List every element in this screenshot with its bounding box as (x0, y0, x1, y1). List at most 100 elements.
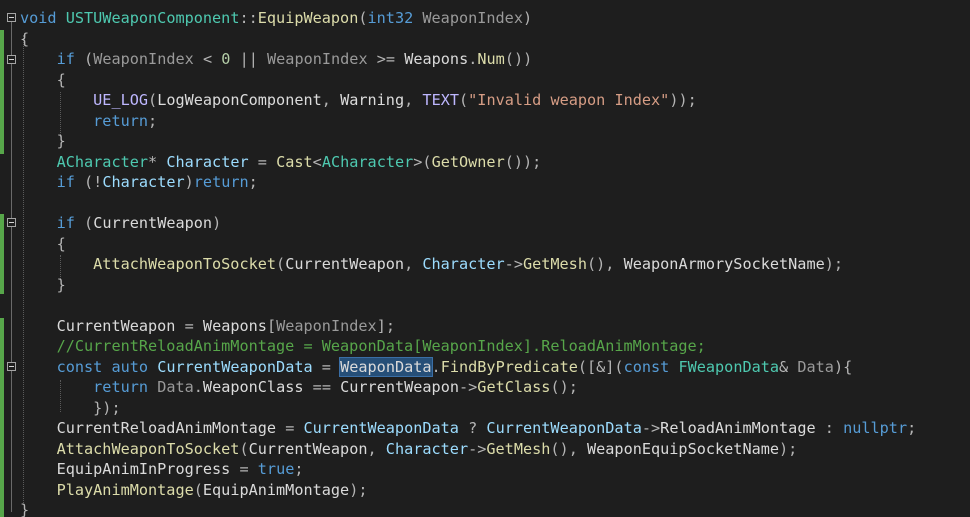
code-token: ; (907, 419, 917, 437)
code-line[interactable]: } (20, 131, 916, 152)
code-token: ) (522, 9, 533, 27)
code-line[interactable]: { (20, 70, 916, 91)
code-token: ( (193, 480, 203, 499)
fold-collapse-icon[interactable] (7, 55, 16, 64)
code-line[interactable]: if (CurrentWeapon) (20, 213, 916, 234)
code-token: UE_LOG (93, 91, 149, 109)
code-token: < (202, 50, 213, 68)
code-token: { (20, 29, 30, 48)
code-token: >( (413, 152, 432, 171)
editor-gutter (0, 0, 20, 517)
code-token: AttachWeaponToSocket (93, 255, 277, 273)
code-token: WeaponIndex (93, 50, 194, 68)
code-line[interactable]: const auto CurrentWeaponData = WeaponDat… (20, 356, 916, 378)
fold-collapse-icon[interactable] (7, 362, 16, 371)
code-token: Num (477, 50, 505, 68)
code-token: if (56, 214, 75, 232)
code-token: ()); (504, 152, 542, 171)
code-token: , (404, 255, 414, 273)
code-token: ); (779, 439, 798, 458)
code-token: Weapons (202, 316, 267, 335)
code-line[interactable]: { (20, 234, 916, 255)
code-token: CurrentWeapon (340, 378, 459, 396)
code-token: : (824, 419, 834, 437)
code-line[interactable]: ACharacter* Character = Cast<ACharacter>… (20, 152, 916, 173)
code-token: Character (385, 439, 469, 458)
code-token: WeaponIndex (276, 316, 377, 335)
fold-collapse-icon[interactable] (7, 218, 16, 227)
code-line[interactable]: return; (20, 111, 916, 132)
code-line[interactable]: EquipAnimInProgress = true; (20, 459, 916, 480)
code-token: = (285, 419, 295, 437)
code-token: . (431, 357, 441, 376)
code-token: if (56, 50, 75, 68)
code-line[interactable]: return Data.WeaponClass == CurrentWeapon… (20, 377, 916, 398)
code-line[interactable]: } (20, 500, 916, 517)
code-token: ) (212, 214, 222, 232)
code-token: Cast (276, 152, 313, 171)
code-line[interactable]: UE_LOG(LogWeaponComponent, Warning, TEXT… (20, 90, 916, 111)
code-line[interactable]: if (!Character)return; (20, 172, 916, 193)
code-token: FindByPredicate (440, 357, 578, 376)
code-token: ([&]( (577, 357, 624, 376)
fold-collapse-icon[interactable] (7, 13, 16, 22)
code-line[interactable]: CurrentWeapon = Weapons[WeaponIndex]; (20, 316, 916, 337)
code-token: "Invalid weapon Index" (468, 91, 670, 109)
code-token: ( (84, 50, 94, 68)
code-line[interactable]: AttachWeaponToSocket(CurrentWeapon, Char… (20, 439, 916, 460)
code-token: (); (550, 378, 578, 396)
code-line[interactable]: CurrentReloadAnimMontage = CurrentWeapon… (20, 418, 917, 439)
code-lines[interactable]: void USTUWeaponComponent::EquipWeapon(in… (20, 8, 916, 517)
change-indicator (0, 214, 4, 294)
code-line[interactable]: PlayAnimMontage(EquipAnimMontage); (20, 480, 916, 501)
code-token: = (239, 460, 249, 478)
code-line[interactable]: AttachWeaponToSocket(CurrentWeapon, Char… (20, 254, 916, 275)
code-token: FWeaponData (678, 357, 780, 376)
code-token: ( (358, 9, 368, 27)
code-token: ( (459, 91, 469, 109)
code-token: ); (349, 480, 368, 499)
code-token: ( (276, 255, 286, 273)
code-token: CurrentReloadAnimMontage (56, 419, 277, 437)
code-token: ); (824, 255, 844, 273)
code-token: (), (550, 439, 578, 458)
code-line[interactable] (20, 295, 916, 316)
highlighted-token: WeaponData (339, 356, 433, 377)
code-editor[interactable]: void USTUWeaponComponent::EquipWeapon(in… (0, 0, 970, 517)
code-line[interactable]: } (20, 275, 916, 296)
code-line[interactable]: }); (20, 398, 916, 419)
code-line[interactable]: if (WeaponIndex < 0 || WeaponIndex >= We… (20, 49, 916, 70)
code-line[interactable] (20, 193, 916, 214)
code-token: EquipAnimMontage (202, 480, 350, 499)
code-line[interactable]: { (20, 29, 916, 50)
code-token: WeaponIndex (422, 9, 523, 27)
code-line[interactable]: void USTUWeaponComponent::EquipWeapon(in… (20, 8, 916, 29)
code-line[interactable]: //CurrentReloadAnimMontage = WeaponData[… (20, 336, 916, 357)
